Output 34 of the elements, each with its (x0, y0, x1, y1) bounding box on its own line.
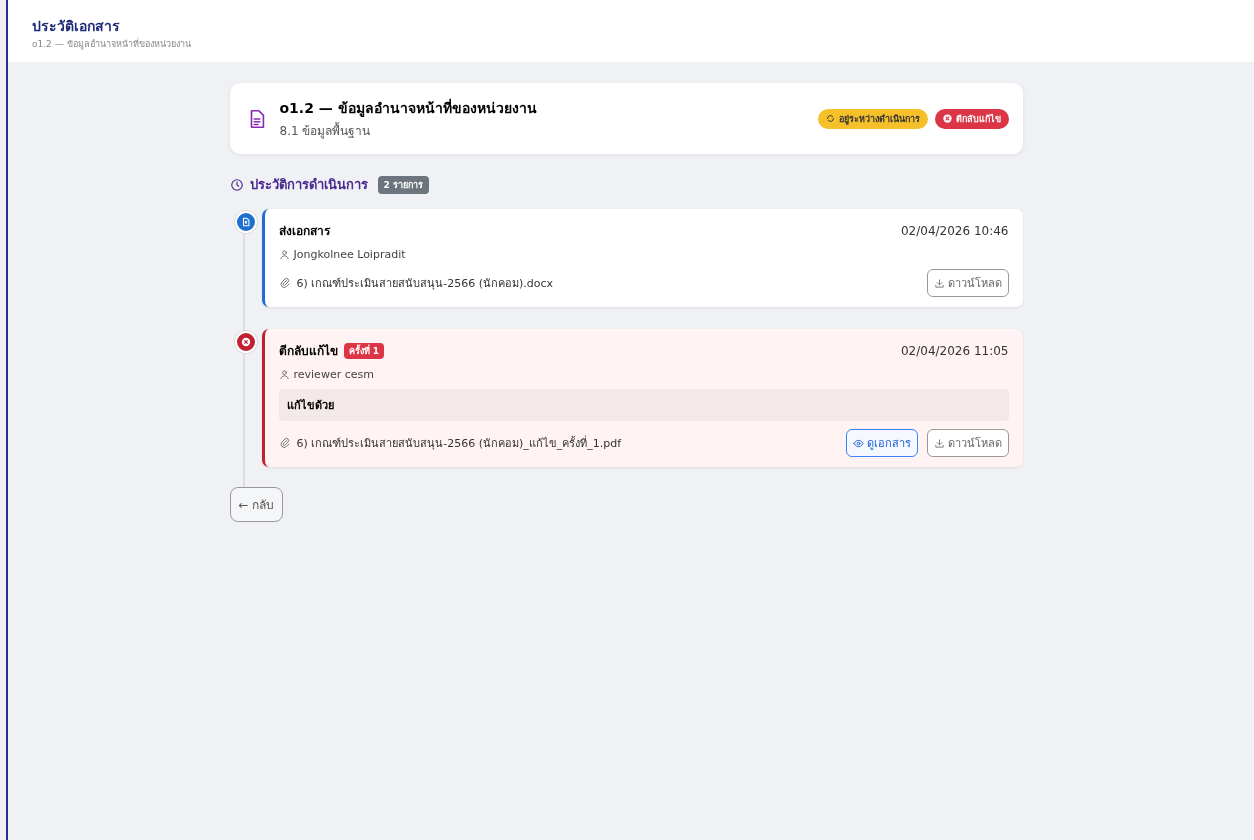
status-badge: ตีกลับแก้ไข (934, 108, 1009, 129)
action-title: ส่งเอกสาร (278, 223, 330, 240)
download-button[interactable]: ดาวน์โหลด (926, 269, 1009, 297)
file-name: 6) เกณฑ์ประเมินสายสนับสนุน-2566 (นักคอม)_แก้ไข_ครั้งที่_1.pdf (296, 434, 623, 452)
document-title: o1.2 — ข้อมูลอำนาจหน้าที่ของหน่วยงาน (279, 97, 538, 119)
x-circle-icon (234, 331, 257, 353)
page-subtitle: o1.2 — ข้อมูลอำนาจหน้าที่ของหน่วยงาน (32, 37, 192, 51)
user-name: reviewer cesm (293, 368, 374, 381)
user-name: Jongkolnee Loipradit (293, 248, 406, 261)
action-title: ตีกลับแก้ไข (278, 343, 338, 360)
x-circle-icon (942, 114, 952, 123)
upload-file-icon (234, 211, 257, 233)
timestamp: 02/04/2026 11:05 (900, 343, 1009, 358)
timestamp: 02/04/2026 10:46 (900, 223, 1009, 238)
round-badge: ครั้งที่ 1 (343, 342, 384, 359)
comment-text: แก้ไขด้วย (278, 389, 1009, 421)
document-category: 8.1 ข้อมูลพื้นฐาน (279, 121, 372, 140)
status-badge: อยู่ระหว่างดำเนินการ (817, 108, 928, 129)
eye-icon (852, 437, 864, 449)
user-icon (278, 369, 290, 380)
download-icon (933, 437, 945, 449)
count-badge: 2 รายการ (377, 175, 429, 194)
section-title: ประวัติการดำเนินการ (249, 176, 368, 194)
view-document-button[interactable]: ดูเอกสาร (845, 429, 918, 457)
clock-icon (229, 177, 244, 192)
refresh-icon (825, 114, 835, 123)
paperclip-icon (278, 437, 291, 449)
download-icon (933, 277, 945, 289)
user-icon (278, 249, 290, 260)
page-title: ประวัติเอกสาร (32, 18, 121, 34)
back-button[interactable]: ← กลับ (229, 487, 284, 522)
file-name: 6) เกณฑ์ประเมินสายสนับสนุน-2566 (นักคอม).docx (296, 276, 555, 292)
paperclip-icon (278, 277, 291, 289)
download-button[interactable]: ดาวน์โหลด (926, 429, 1009, 457)
